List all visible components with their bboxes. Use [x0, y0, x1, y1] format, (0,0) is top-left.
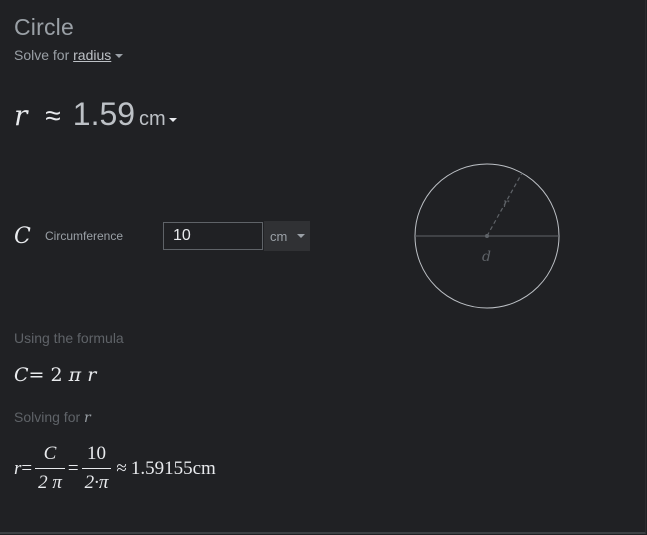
result-unit-dropdown[interactable]: cm	[139, 108, 177, 131]
input-unit[interactable]: cm	[270, 229, 287, 244]
diameter-label: d	[482, 249, 491, 265]
circumference-input-row: C Circumference cm	[14, 220, 310, 252]
solve-for-selected[interactable]: radius	[73, 47, 111, 63]
formula: C= 2 π r	[14, 364, 96, 386]
fraction-symbolic-numerator: C	[43, 443, 57, 464]
formula-heading: Using the formula	[14, 330, 124, 346]
approx-symbol: ≈	[45, 100, 61, 131]
solve-for-row: Solve for radius	[14, 47, 124, 63]
center-point	[485, 234, 489, 238]
chevron-down-icon[interactable]	[168, 117, 177, 122]
solution-lhs: r	[14, 457, 22, 479]
radius-label: r	[503, 196, 510, 210]
solution-eq2: =	[67, 457, 79, 479]
formula-pi: π	[68, 364, 82, 386]
circle-diagram: r d	[414, 163, 560, 309]
solving-heading-text: Solving for	[14, 409, 81, 425]
formula-equals: =	[28, 364, 45, 386]
input-label: Circumference	[45, 229, 124, 243]
solve-for-prefix: Solve for	[14, 47, 70, 63]
fraction-numeric-numerator: 10	[87, 443, 107, 464]
formula-var: r	[87, 364, 97, 386]
solution-eq1: =	[21, 457, 33, 479]
chevron-down-icon[interactable]	[115, 54, 124, 59]
circumference-input[interactable]	[163, 222, 263, 250]
calculator-title: Circle	[14, 14, 74, 40]
input-unit-select[interactable]: cm	[264, 221, 310, 251]
solution-equation: r = C 2 π = 10 2·π ≈ 1.59155cm	[14, 443, 216, 494]
result-variable: r	[14, 99, 28, 132]
circle-calculator-panel: Circle Solve for radius r ≈ 1.59 cm C Ci…	[0, 0, 646, 534]
fraction-numeric-denominator: 2·π	[81, 468, 112, 494]
solution-value: 1.59155cm	[130, 457, 216, 479]
input-variable: C	[14, 223, 31, 249]
solving-heading: Solving for r	[14, 409, 91, 426]
chevron-down-icon[interactable]	[297, 234, 305, 238]
solution-approx: ≈	[116, 457, 127, 479]
result-value: 1.59	[72, 96, 136, 132]
result-row: r ≈ 1.59 cm	[14, 96, 177, 140]
fraction-numeric: 10 2·π	[81, 443, 112, 494]
fraction-symbolic-denominator: 2 π	[35, 468, 65, 494]
formula-lhs: C	[14, 364, 29, 386]
result-unit[interactable]: cm	[139, 108, 166, 130]
solving-variable: r	[84, 410, 91, 426]
formula-coef: 2	[50, 364, 63, 386]
fraction-symbolic: C 2 π	[35, 443, 65, 494]
solve-for-dropdown[interactable]: radius	[73, 47, 111, 63]
